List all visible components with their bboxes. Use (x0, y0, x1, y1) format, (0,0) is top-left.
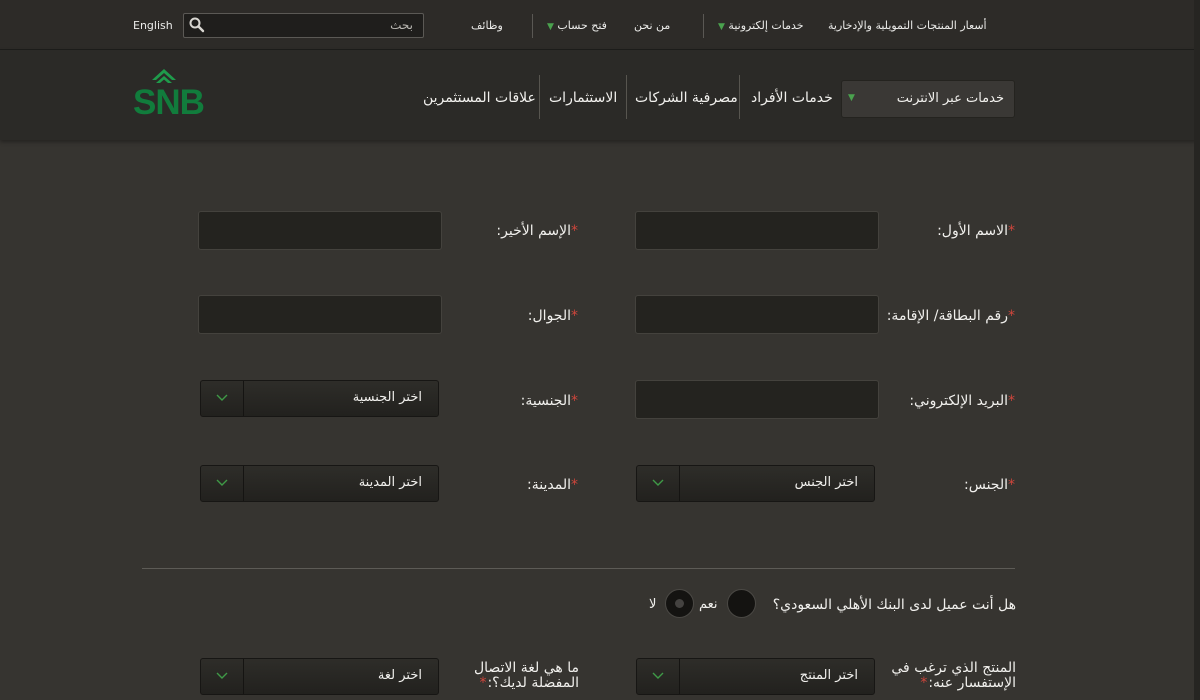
customer-no-radio[interactable] (665, 589, 694, 618)
product-select[interactable]: اختر المنتج (636, 658, 875, 695)
chevron-down-icon[interactable] (637, 659, 680, 694)
required-mark: * (571, 223, 578, 239)
city-selected-value: اختر المدينة (358, 475, 422, 490)
id-number-text: رقم البطاقة/ الإقامة: (886, 308, 1008, 324)
online-services-label: خدمات عبر الانترنت (896, 91, 1004, 106)
topbar-divider (532, 14, 533, 38)
form-divider (142, 568, 1015, 569)
e-services-dropdown[interactable]: ▼ خدمات إلكترونية (716, 19, 804, 32)
search-icon[interactable] (188, 16, 206, 34)
nav-corporate[interactable]: مصرفية الشركات (635, 90, 738, 106)
page-scrollbar[interactable] (1194, 0, 1200, 700)
e-services-label: خدمات إلكترونية (728, 19, 804, 32)
required-mark: * (1008, 393, 1015, 409)
city-text: المدينة: (527, 477, 571, 493)
chevron-down-icon[interactable] (201, 659, 244, 694)
nav-investments[interactable]: الاستثمارات (549, 90, 617, 106)
id-number-label: *رقم البطاقة/ الإقامة: (887, 308, 1016, 324)
nav-individuals[interactable]: خدمات الأفراد (751, 90, 833, 106)
product-selected-value: اختر المنتج (799, 668, 858, 683)
required-mark: * (571, 393, 578, 409)
gender-selected-value: اختر الجنس (794, 475, 858, 490)
prices-link[interactable]: أسعار المنتجات التمويلية والإدخارية (828, 19, 987, 32)
chevron-down-icon: ▼ (547, 22, 554, 32)
gender-label: *الجنس: (964, 477, 1016, 493)
last-name-input[interactable] (198, 211, 442, 250)
search-placeholder: بحث (390, 18, 413, 32)
about-link[interactable]: من نحن (634, 19, 670, 32)
chevron-down-icon: ▼ (718, 22, 725, 32)
english-language-link[interactable]: English (133, 19, 173, 32)
search-box[interactable]: بحث (183, 13, 424, 38)
nationality-label: *الجنسية: (521, 393, 579, 409)
language-text: ما هي لغة الاتصال المفضلة لديك؟: (473, 660, 579, 691)
nationality-selected-value: اختر الجنسية (352, 390, 422, 405)
email-text: البريد الإلكتروني: (909, 393, 1008, 409)
first-name-text: الاسم الأول: (937, 223, 1008, 239)
mobile-text: الجوال: (527, 308, 571, 324)
chevron-down-icon: ▼ (848, 93, 855, 103)
required-mark: * (1008, 477, 1015, 493)
gender-text: الجنس: (964, 477, 1008, 493)
product-text: المنتج الذي ترغب في الإستفسار عنه: (891, 660, 1016, 691)
snb-logo[interactable]: SNB (132, 64, 236, 118)
top-utility-bar: English بحث وظائف ▼ فتح حساب من نحن ▼ خد… (0, 0, 1200, 50)
required-mark: * (1008, 223, 1015, 239)
last-name-label: *الإسم الأخير: (496, 223, 579, 239)
nav-investor-relations[interactable]: علاقات المستثمرين (423, 90, 536, 106)
city-label: *المدينة: (527, 477, 579, 493)
email-input[interactable] (635, 380, 879, 419)
nationality-select[interactable]: اختر الجنسية (200, 380, 439, 417)
nationality-text: الجنسية: (520, 393, 571, 409)
jobs-link[interactable]: وظائف (471, 19, 503, 32)
mobile-input[interactable] (198, 295, 442, 334)
required-mark: * (479, 675, 487, 691)
required-mark: * (571, 308, 578, 324)
language-selected-value: اختر لغة (377, 668, 422, 683)
id-number-input[interactable] (635, 295, 879, 334)
language-select[interactable]: اختر لغة (200, 658, 439, 695)
svg-text:SNB: SNB (133, 83, 204, 118)
email-label: *البريد الإلكتروني: (909, 393, 1016, 409)
mobile-label: *الجوال: (528, 308, 579, 324)
customer-question: هل أنت عميل لدى البنك الأهلي السعودي؟ (772, 597, 1016, 613)
nav-divider (626, 75, 627, 119)
city-select[interactable]: اختر المدينة (200, 465, 439, 502)
gender-select[interactable]: اختر الجنس (636, 465, 875, 502)
first-name-label: *الاسم الأول: (937, 223, 1016, 239)
topbar-divider (703, 14, 704, 38)
nav-divider (739, 75, 740, 119)
open-account-dropdown[interactable]: ▼ فتح حساب (545, 19, 607, 32)
main-navigation: SNB علاقات المستثمرين الاستثمارات مصرفية… (0, 50, 1200, 140)
customer-yes-radio[interactable] (727, 589, 756, 618)
nav-divider (539, 75, 540, 119)
chevron-down-icon[interactable] (201, 466, 244, 501)
first-name-input[interactable] (635, 211, 879, 250)
online-services-dropdown[interactable]: ▼ خدمات عبر الانترنت (841, 80, 1015, 118)
required-mark: * (571, 477, 578, 493)
yes-label: نعم (699, 597, 718, 612)
product-label: المنتج الذي ترغب في الإستفسار عنه:* (881, 661, 1016, 691)
language-label: ما هي لغة الاتصال المفضلة لديك؟:* (464, 661, 579, 691)
required-mark: * (1008, 308, 1015, 324)
chevron-down-icon[interactable] (201, 381, 244, 416)
required-mark: * (920, 675, 928, 691)
no-label: لا (649, 597, 657, 612)
open-account-label: فتح حساب (557, 19, 607, 32)
chevron-down-icon[interactable] (637, 466, 680, 501)
last-name-text: الإسم الأخير: (496, 223, 571, 239)
